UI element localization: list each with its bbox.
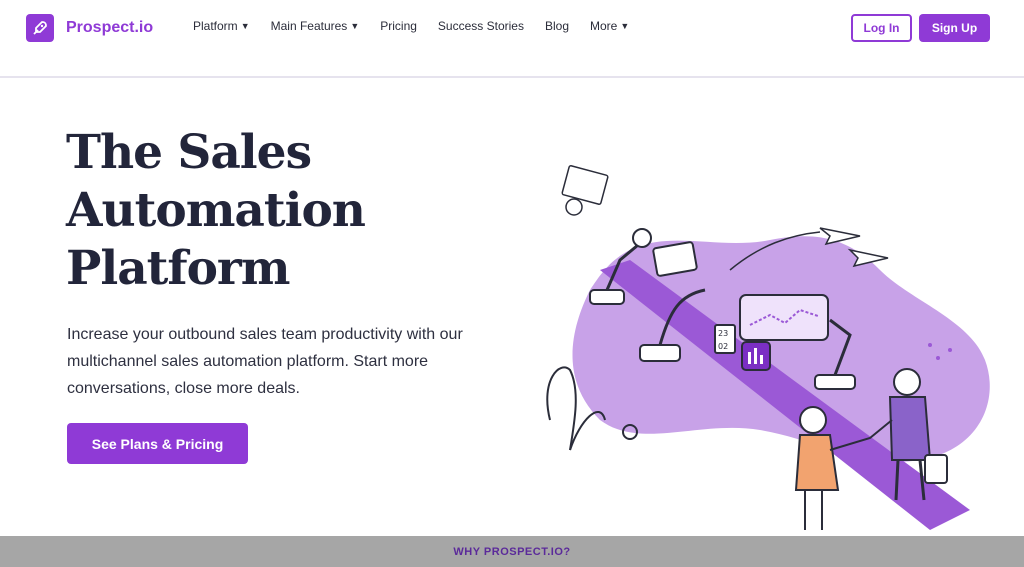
nav-more[interactable]: More ▼ xyxy=(590,19,629,33)
brand-name: Prospect.io xyxy=(66,19,154,36)
chevron-down-icon: ▼ xyxy=(240,21,250,31)
nav-success-stories[interactable]: Success Stories xyxy=(438,19,524,33)
nav-blog-label: Blog xyxy=(544,19,569,33)
why-prospect-band[interactable]: WHY PROSPECT.IO? xyxy=(0,536,1024,567)
hero-title-line-2: Automation xyxy=(66,183,366,238)
rocket-icon xyxy=(26,14,54,42)
hero-title: The Sales Automation Platform xyxy=(66,124,486,298)
site-header: Prospect.io Platform ▼ Main Features ▼ P… xyxy=(0,0,1024,78)
chevron-down-icon: ▼ xyxy=(350,21,360,31)
calendar-day-top: 23 xyxy=(718,329,728,338)
nav-platform[interactable]: Platform ▼ xyxy=(193,19,250,33)
main-nav: Platform ▼ Main Features ▼ Pricing Succe… xyxy=(193,19,629,33)
hero-title-line-3: Platform xyxy=(66,241,290,296)
brand-logo[interactable]: Prospect.io xyxy=(26,14,153,42)
nav-main-features[interactable]: Main Features ▼ xyxy=(271,19,360,33)
nav-platform-label: Platform xyxy=(193,19,238,33)
hero-description: Increase your outbound sales team produc… xyxy=(67,326,463,397)
nav-pricing[interactable]: Pricing xyxy=(380,19,417,33)
calendar-day-bottom: 02 xyxy=(718,342,728,351)
hero-title-line-1: The Sales xyxy=(66,125,312,180)
nav-pricing-label: Pricing xyxy=(380,19,417,33)
chevron-down-icon: ▼ xyxy=(620,21,630,31)
nav-main-features-label: Main Features xyxy=(270,19,348,33)
nav-more-label: More xyxy=(590,19,618,33)
hero-illustration: 23 02 xyxy=(530,120,1024,540)
login-button[interactable]: Log In xyxy=(851,14,912,42)
why-prospect-label: WHY PROSPECT.IO? xyxy=(453,545,571,558)
signup-button[interactable]: Sign Up xyxy=(919,14,990,42)
nav-success-stories-label: Success Stories xyxy=(437,19,524,33)
see-plans-pricing-button[interactable]: See Plans & Pricing xyxy=(67,423,248,464)
nav-blog[interactable]: Blog xyxy=(545,19,569,33)
